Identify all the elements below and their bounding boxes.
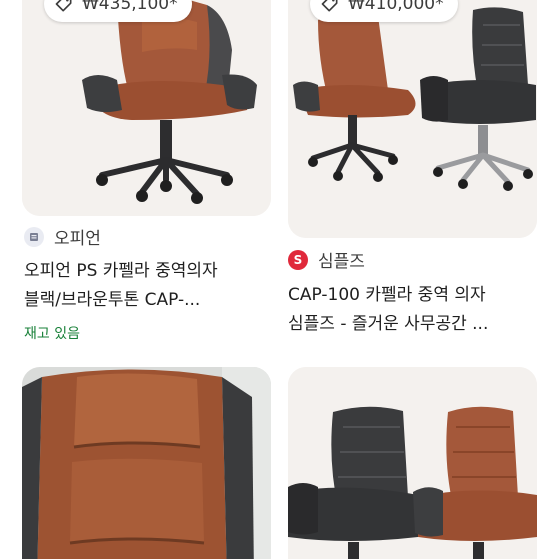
result-title-line-2[interactable]: 심플즈 - 즐거운 사무공간 ...: [288, 311, 488, 337]
result-source[interactable]: 오피언: [24, 224, 101, 249]
product-image-1[interactable]: [22, 0, 271, 216]
price-chip: ₩410,000*: [310, 0, 458, 22]
price-label: ₩435,100*: [82, 0, 178, 14]
favicon-letter: S: [293, 252, 303, 267]
result-title-line-1[interactable]: 오피언 PS 카펠라 중역의자: [24, 258, 218, 284]
source-name: 오피언: [54, 229, 101, 249]
price-label: ₩410,000*: [348, 0, 444, 14]
product-image-3[interactable]: [22, 367, 271, 559]
stock-status: 재고 있음: [24, 326, 80, 342]
tag-icon: [55, 0, 72, 12]
product-image-2[interactable]: [288, 0, 537, 238]
price-chip: ₩435,100*: [44, 0, 192, 22]
store-favicon-icon: [24, 226, 44, 247]
product-image-4[interactable]: [288, 367, 537, 559]
result-source[interactable]: S 심플즈: [288, 247, 365, 272]
result-title-line-1[interactable]: CAP-100 카펠라 중역 의자: [288, 282, 486, 308]
simples-logo-icon: S: [288, 249, 308, 270]
source-name: 심플즈: [318, 252, 365, 272]
tag-icon: [321, 0, 338, 12]
result-title-line-2[interactable]: 블랙/브라운투톤 CAP-...: [24, 287, 200, 313]
